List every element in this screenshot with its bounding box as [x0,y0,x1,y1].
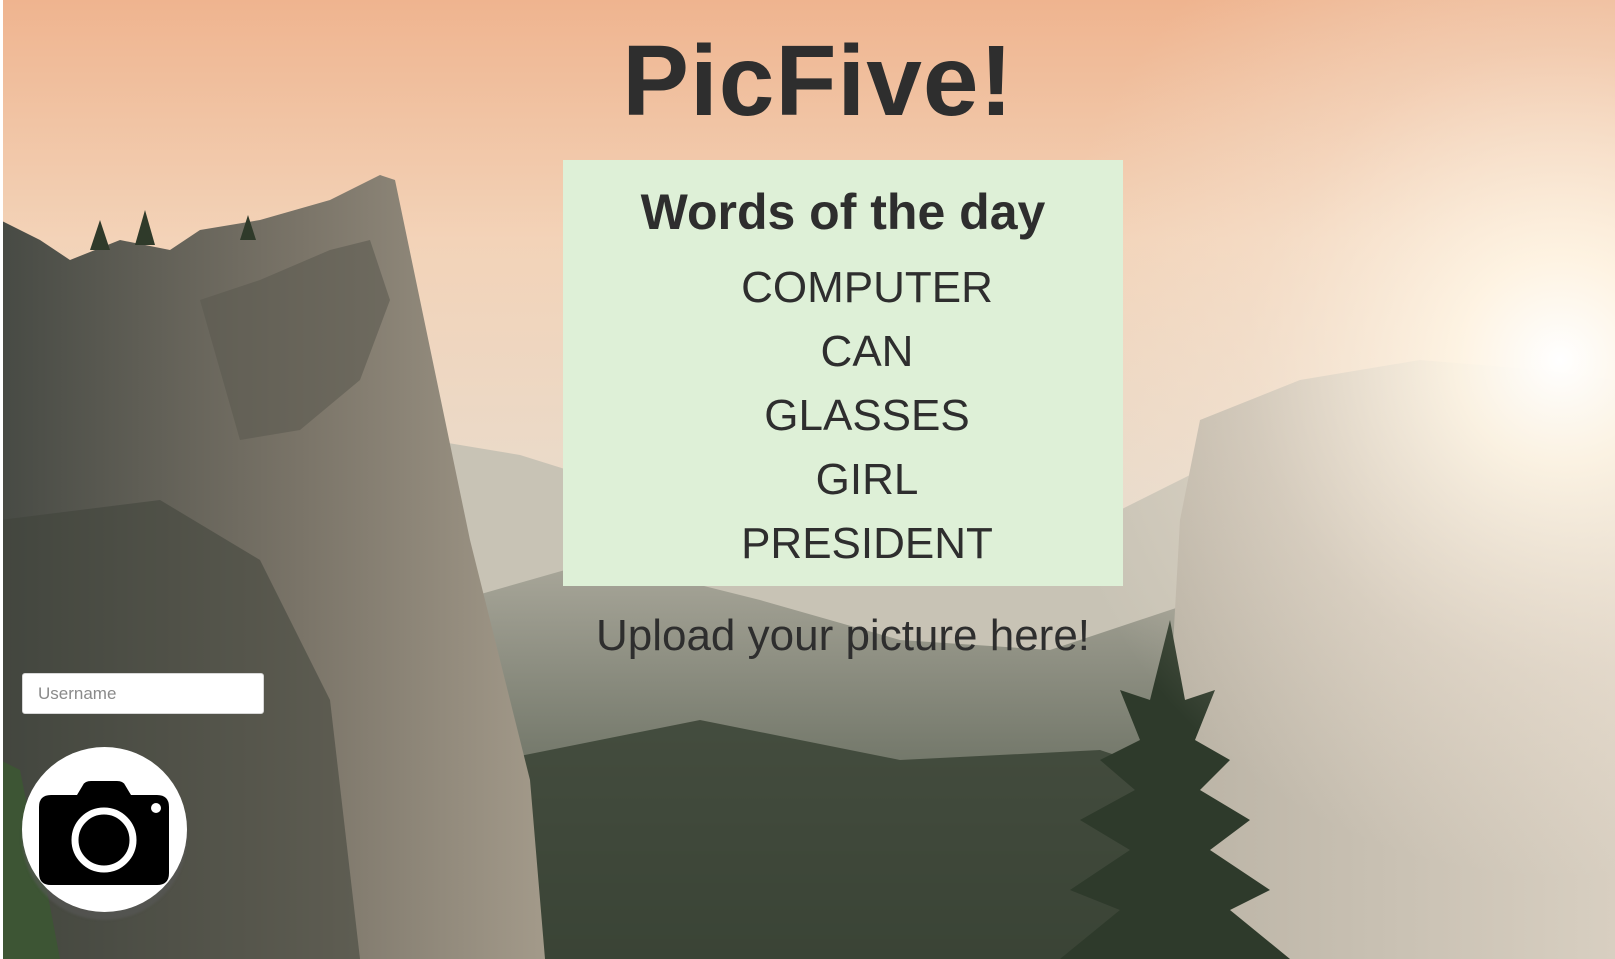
word-item: PRESIDENT [741,519,993,568]
word-item: GIRL [815,455,919,504]
username-input[interactable] [22,673,264,714]
window-edge [0,0,3,959]
word-list: COMPUTER CAN GLASSES GIRL PRESIDENT [563,256,1123,576]
words-heading: Words of the day [640,184,1046,240]
camera-button[interactable] [22,747,187,912]
upload-prompt: Upload your picture here! [595,611,1091,660]
app-title: PicFive! [622,25,1014,137]
word-item: CAN [820,327,914,376]
word-item: GLASSES [764,391,970,440]
words-of-the-day-panel: Words of the day COMPUTER CAN GLASSES GI… [563,160,1123,586]
camera-icon [39,781,169,885]
word-item: COMPUTER [741,263,993,312]
